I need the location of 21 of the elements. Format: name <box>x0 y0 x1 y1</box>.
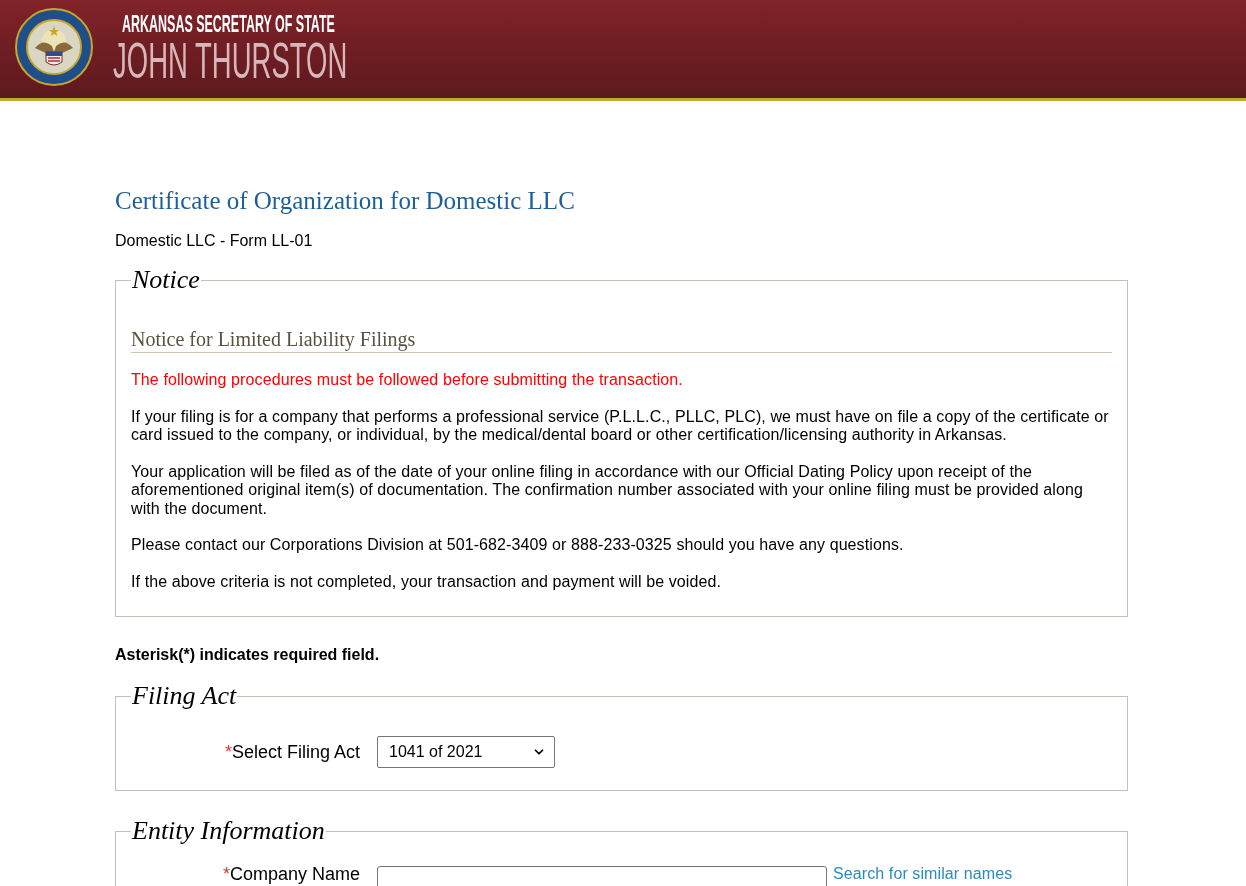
field-label: Company Name <box>229 866 360 883</box>
notice-heading: Notice for Limited Liability Filings <box>131 328 1112 353</box>
filing-act-select[interactable]: 1041 of 2021 <box>377 736 555 768</box>
search-similar-names-link[interactable]: Search for similar names <box>833 866 1013 882</box>
section-legend: Filing Act <box>131 681 238 711</box>
required-asterisk: * <box>224 741 232 763</box>
section-legend: Notice <box>131 265 201 295</box>
warning-text: The following procedures must be followed before submitting the transaction. <box>131 371 684 390</box>
field-label: Select Filing Act <box>231 741 360 763</box>
notice-paragraph: Your application will be filed as of the date of your online filing in accordance with our Official Dating Policy upon receipt of the aforementioned original item(s) of documentation. The confirmation number associated with your online filing must be provided along with the document. <box>131 462 1084 518</box>
page-title: Certificate of Organization for Domestic LLC <box>115 186 576 216</box>
form-subtitle: Domestic LLC - Form LL-01 <box>115 232 314 250</box>
notice-paragraph: If your filing is for a company that performs a professional service (P.L.L.C., PLLC, PLC), we must have on file a copy of the certificate or card issued to the company, or individual, by the medical/dental board or other certification/licensing authority in Arkansas. <box>131 407 1110 445</box>
agency-name: ARKANSAS SECRETARY OF STATE <box>122 10 335 38</box>
notice-paragraph: If the above criteria is not completed, your transaction and payment will be voided. <box>131 572 723 591</box>
state-seal-icon <box>15 8 93 86</box>
section-legend: Entity Information <box>131 816 326 846</box>
notice-paragraph: Please contact our Corporations Division at 501-682-3409 or 888-233-0325 should you have any questions. <box>131 536 905 555</box>
official-name: JOHN THURSTON <box>113 36 348 86</box>
required-asterisk: * <box>222 866 230 883</box>
required-field-note: Asterisk(*) indicates required field. <box>115 646 381 664</box>
